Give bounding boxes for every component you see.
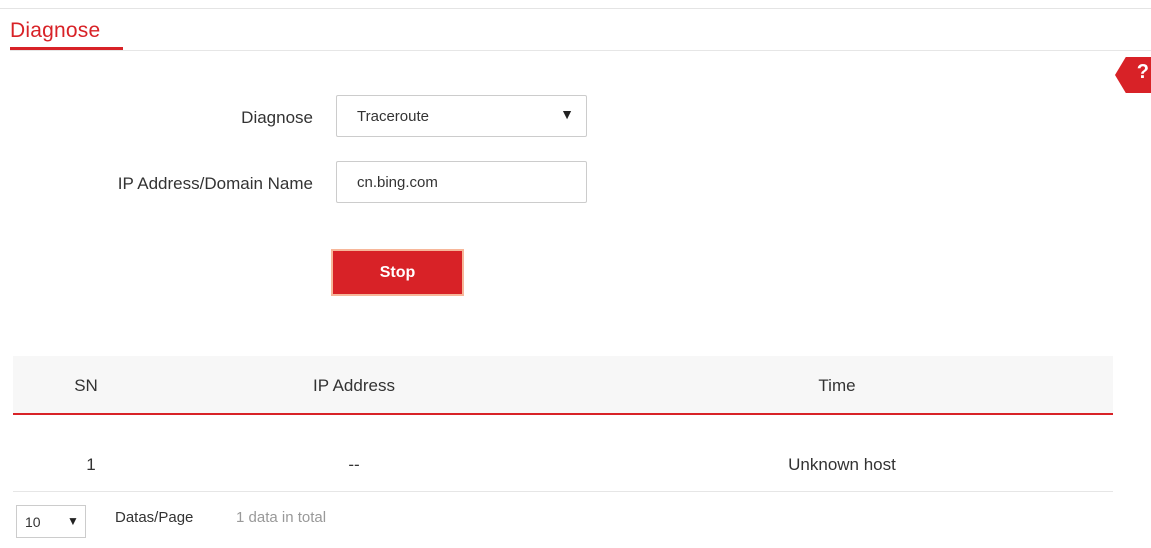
total-count: 1 data in total: [236, 509, 327, 526]
stop-button[interactable]: Stop: [331, 249, 464, 296]
title-divider: [10, 50, 1151, 51]
address-label: IP Address/Domain Name: [117, 174, 313, 193]
chevron-down-icon: ▼: [560, 106, 574, 122]
table-row: 1 -- Unknown host: [13, 437, 1113, 492]
column-header-sn: SN: [74, 376, 98, 395]
cell-sn: 1: [86, 455, 96, 474]
table-header: SN IP Address Time: [13, 356, 1113, 415]
diagnose-select[interactable]: Traceroute ▼: [336, 95, 587, 137]
cell-time: Unknown host: [788, 455, 896, 474]
diagnose-select-value: Traceroute: [357, 108, 429, 125]
per-page-select[interactable]: 10 ▼: [16, 505, 86, 538]
address-input[interactable]: [336, 161, 587, 203]
page-title: Diagnose: [10, 19, 101, 42]
per-page-label: Datas/Page: [115, 509, 194, 526]
diagnose-label: Diagnose: [241, 108, 313, 127]
chevron-down-icon: ▼: [67, 514, 79, 528]
column-header-ip-address: IP Address: [313, 376, 395, 395]
top-border: [0, 8, 1151, 9]
help-icon[interactable]: ?: [1137, 61, 1149, 84]
column-header-time: Time: [818, 376, 856, 395]
per-page-value: 10: [25, 514, 41, 530]
cell-ip-address: --: [348, 455, 360, 474]
